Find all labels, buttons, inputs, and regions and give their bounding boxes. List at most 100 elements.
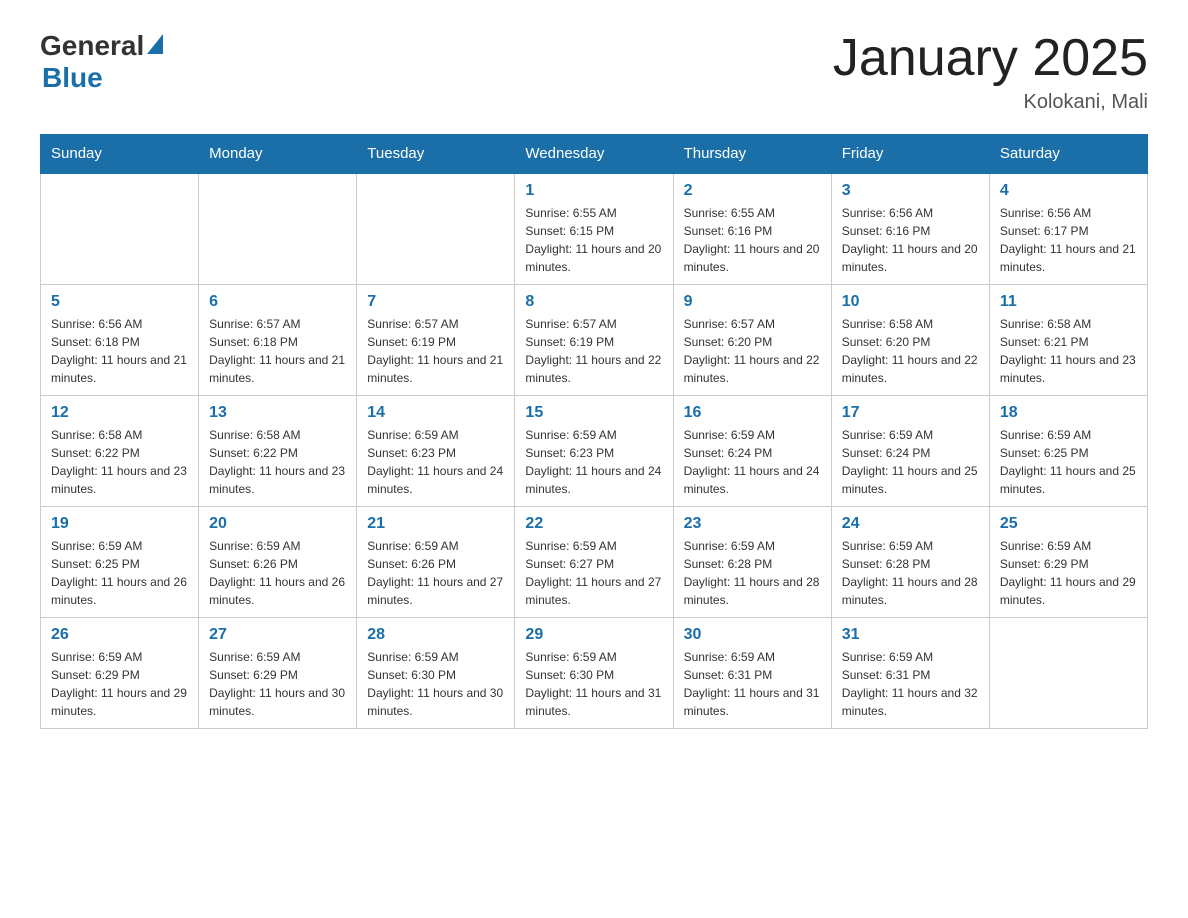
calendar-cell: 13 Sunrise: 6:58 AM Sunset: 6:22 PM Dayli…: [199, 396, 357, 507]
day-number: 4: [1000, 182, 1137, 200]
day-info: Sunrise: 6:58 AM Sunset: 6:22 PM Dayligh…: [209, 426, 346, 498]
calendar-cell: 9 Sunrise: 6:57 AM Sunset: 6:20 PM Daylig…: [673, 285, 831, 396]
day-header-monday: Monday: [199, 135, 357, 174]
calendar-header-row: SundayMondayTuesdayWednesdayThursdayFrid…: [41, 135, 1148, 174]
calendar-week-row: 19 Sunrise: 6:59 AM Sunset: 6:25 PM Dayli…: [41, 507, 1148, 618]
page-subtitle: Kolokani, Mali: [833, 91, 1148, 114]
calendar-cell: 1 Sunrise: 6:55 AM Sunset: 6:15 PM Daylig…: [515, 173, 673, 285]
day-number: 17: [842, 404, 979, 422]
day-info: Sunrise: 6:57 AM Sunset: 6:18 PM Dayligh…: [209, 315, 346, 387]
day-number: 10: [842, 293, 979, 311]
calendar-cell: 30 Sunrise: 6:59 AM Sunset: 6:31 PM Dayli…: [673, 618, 831, 729]
day-info: Sunrise: 6:58 AM Sunset: 6:22 PM Dayligh…: [51, 426, 188, 498]
day-info: Sunrise: 6:59 AM Sunset: 6:30 PM Dayligh…: [525, 648, 662, 720]
calendar-cell: 23 Sunrise: 6:59 AM Sunset: 6:28 PM Dayli…: [673, 507, 831, 618]
day-info: Sunrise: 6:55 AM Sunset: 6:15 PM Dayligh…: [525, 204, 662, 276]
day-info: Sunrise: 6:57 AM Sunset: 6:20 PM Dayligh…: [684, 315, 821, 387]
day-info: Sunrise: 6:56 AM Sunset: 6:17 PM Dayligh…: [1000, 204, 1137, 276]
day-number: 16: [684, 404, 821, 422]
calendar-cell: [41, 173, 199, 285]
day-number: 1: [525, 182, 662, 200]
calendar-cell: 22 Sunrise: 6:59 AM Sunset: 6:27 PM Dayli…: [515, 507, 673, 618]
day-info: Sunrise: 6:59 AM Sunset: 6:29 PM Dayligh…: [51, 648, 188, 720]
page-title: January 2025: [833, 30, 1148, 87]
calendar-cell: [357, 173, 515, 285]
day-info: Sunrise: 6:59 AM Sunset: 6:31 PM Dayligh…: [684, 648, 821, 720]
day-number: 22: [525, 515, 662, 533]
calendar-cell: 15Sunrise: 6:59 AM Sunset: 6:23 PM Dayli…: [515, 396, 673, 507]
calendar-cell: 17 Sunrise: 6:59 AM Sunset: 6:24 PM Dayli…: [831, 396, 989, 507]
day-info: Sunrise: 6:57 AM Sunset: 6:19 PM Dayligh…: [525, 315, 662, 387]
day-info: Sunrise: 6:59 AM Sunset: 6:29 PM Dayligh…: [209, 648, 346, 720]
day-info: Sunrise: 6:59 AM Sunset: 6:25 PM Dayligh…: [1000, 426, 1137, 498]
day-number: 9: [684, 293, 821, 311]
day-header-saturday: Saturday: [989, 135, 1147, 174]
page-header: General Blue January 2025 Kolokani, Mali: [40, 30, 1148, 114]
logo: General Blue: [40, 30, 163, 94]
calendar-cell: [199, 173, 357, 285]
calendar-cell: [989, 618, 1147, 729]
day-number: 7: [367, 293, 504, 311]
day-number: 31: [842, 626, 979, 644]
day-info: Sunrise: 6:58 AM Sunset: 6:20 PM Dayligh…: [842, 315, 979, 387]
day-number: 26: [51, 626, 188, 644]
day-number: 23: [684, 515, 821, 533]
calendar-week-row: 12 Sunrise: 6:58 AM Sunset: 6:22 PM Dayli…: [41, 396, 1148, 507]
calendar-cell: 19 Sunrise: 6:59 AM Sunset: 6:25 PM Dayli…: [41, 507, 199, 618]
day-info: Sunrise: 6:55 AM Sunset: 6:16 PM Dayligh…: [684, 204, 821, 276]
day-info: Sunrise: 6:59 AM Sunset: 6:24 PM Dayligh…: [842, 426, 979, 498]
calendar-cell: 2Sunrise: 6:55 AM Sunset: 6:16 PM Daylig…: [673, 173, 831, 285]
day-info: Sunrise: 6:59 AM Sunset: 6:24 PM Dayligh…: [684, 426, 821, 498]
day-info: Sunrise: 6:59 AM Sunset: 6:26 PM Dayligh…: [209, 537, 346, 609]
calendar-cell: 21 Sunrise: 6:59 AM Sunset: 6:26 PM Dayli…: [357, 507, 515, 618]
calendar-cell: 8 Sunrise: 6:57 AM Sunset: 6:19 PM Daylig…: [515, 285, 673, 396]
calendar-cell: 3Sunrise: 6:56 AM Sunset: 6:16 PM Daylig…: [831, 173, 989, 285]
calendar-cell: 6 Sunrise: 6:57 AM Sunset: 6:18 PM Daylig…: [199, 285, 357, 396]
day-header-wednesday: Wednesday: [515, 135, 673, 174]
logo-blue-text: Blue: [42, 62, 103, 93]
day-number: 30: [684, 626, 821, 644]
calendar-cell: 5 Sunrise: 6:56 AM Sunset: 6:18 PM Daylig…: [41, 285, 199, 396]
calendar-cell: 24Sunrise: 6:59 AM Sunset: 6:28 PM Dayli…: [831, 507, 989, 618]
calendar-cell: 29 Sunrise: 6:59 AM Sunset: 6:30 PM Dayli…: [515, 618, 673, 729]
day-info: Sunrise: 6:59 AM Sunset: 6:26 PM Dayligh…: [367, 537, 504, 609]
day-number: 8: [525, 293, 662, 311]
day-number: 3: [842, 182, 979, 200]
day-header-sunday: Sunday: [41, 135, 199, 174]
day-info: Sunrise: 6:57 AM Sunset: 6:19 PM Dayligh…: [367, 315, 504, 387]
day-info: Sunrise: 6:59 AM Sunset: 6:28 PM Dayligh…: [684, 537, 821, 609]
day-number: 29: [525, 626, 662, 644]
calendar-cell: 10 Sunrise: 6:58 AM Sunset: 6:20 PM Dayli…: [831, 285, 989, 396]
calendar-cell: 11Sunrise: 6:58 AM Sunset: 6:21 PM Dayli…: [989, 285, 1147, 396]
day-info: Sunrise: 6:56 AM Sunset: 6:18 PM Dayligh…: [51, 315, 188, 387]
calendar-cell: 12 Sunrise: 6:58 AM Sunset: 6:22 PM Dayli…: [41, 396, 199, 507]
calendar-cell: 20 Sunrise: 6:59 AM Sunset: 6:26 PM Dayli…: [199, 507, 357, 618]
calendar-cell: 27Sunrise: 6:59 AM Sunset: 6:29 PM Dayli…: [199, 618, 357, 729]
day-info: Sunrise: 6:59 AM Sunset: 6:27 PM Dayligh…: [525, 537, 662, 609]
day-info: Sunrise: 6:59 AM Sunset: 6:25 PM Dayligh…: [51, 537, 188, 609]
day-number: 14: [367, 404, 504, 422]
day-header-thursday: Thursday: [673, 135, 831, 174]
day-info: Sunrise: 6:58 AM Sunset: 6:21 PM Dayligh…: [1000, 315, 1137, 387]
day-info: Sunrise: 6:59 AM Sunset: 6:31 PM Dayligh…: [842, 648, 979, 720]
day-number: 19: [51, 515, 188, 533]
day-number: 21: [367, 515, 504, 533]
day-info: Sunrise: 6:59 AM Sunset: 6:30 PM Dayligh…: [367, 648, 504, 720]
calendar-cell: 31 Sunrise: 6:59 AM Sunset: 6:31 PM Dayli…: [831, 618, 989, 729]
day-header-tuesday: Tuesday: [357, 135, 515, 174]
day-number: 13: [209, 404, 346, 422]
calendar-week-row: 5 Sunrise: 6:56 AM Sunset: 6:18 PM Daylig…: [41, 285, 1148, 396]
calendar-cell: 4 Sunrise: 6:56 AM Sunset: 6:17 PM Daylig…: [989, 173, 1147, 285]
title-section: January 2025 Kolokani, Mali: [833, 30, 1148, 114]
day-number: 6: [209, 293, 346, 311]
calendar-cell: 14Sunrise: 6:59 AM Sunset: 6:23 PM Dayli…: [357, 396, 515, 507]
day-number: 5: [51, 293, 188, 311]
day-number: 12: [51, 404, 188, 422]
day-number: 20: [209, 515, 346, 533]
day-header-friday: Friday: [831, 135, 989, 174]
calendar-cell: 16 Sunrise: 6:59 AM Sunset: 6:24 PM Dayli…: [673, 396, 831, 507]
calendar-table: SundayMondayTuesdayWednesdayThursdayFrid…: [40, 134, 1148, 729]
calendar-week-row: 26 Sunrise: 6:59 AM Sunset: 6:29 PM Dayli…: [41, 618, 1148, 729]
logo-general-text: General: [40, 30, 144, 62]
calendar-week-row: 1 Sunrise: 6:55 AM Sunset: 6:15 PM Daylig…: [41, 173, 1148, 285]
